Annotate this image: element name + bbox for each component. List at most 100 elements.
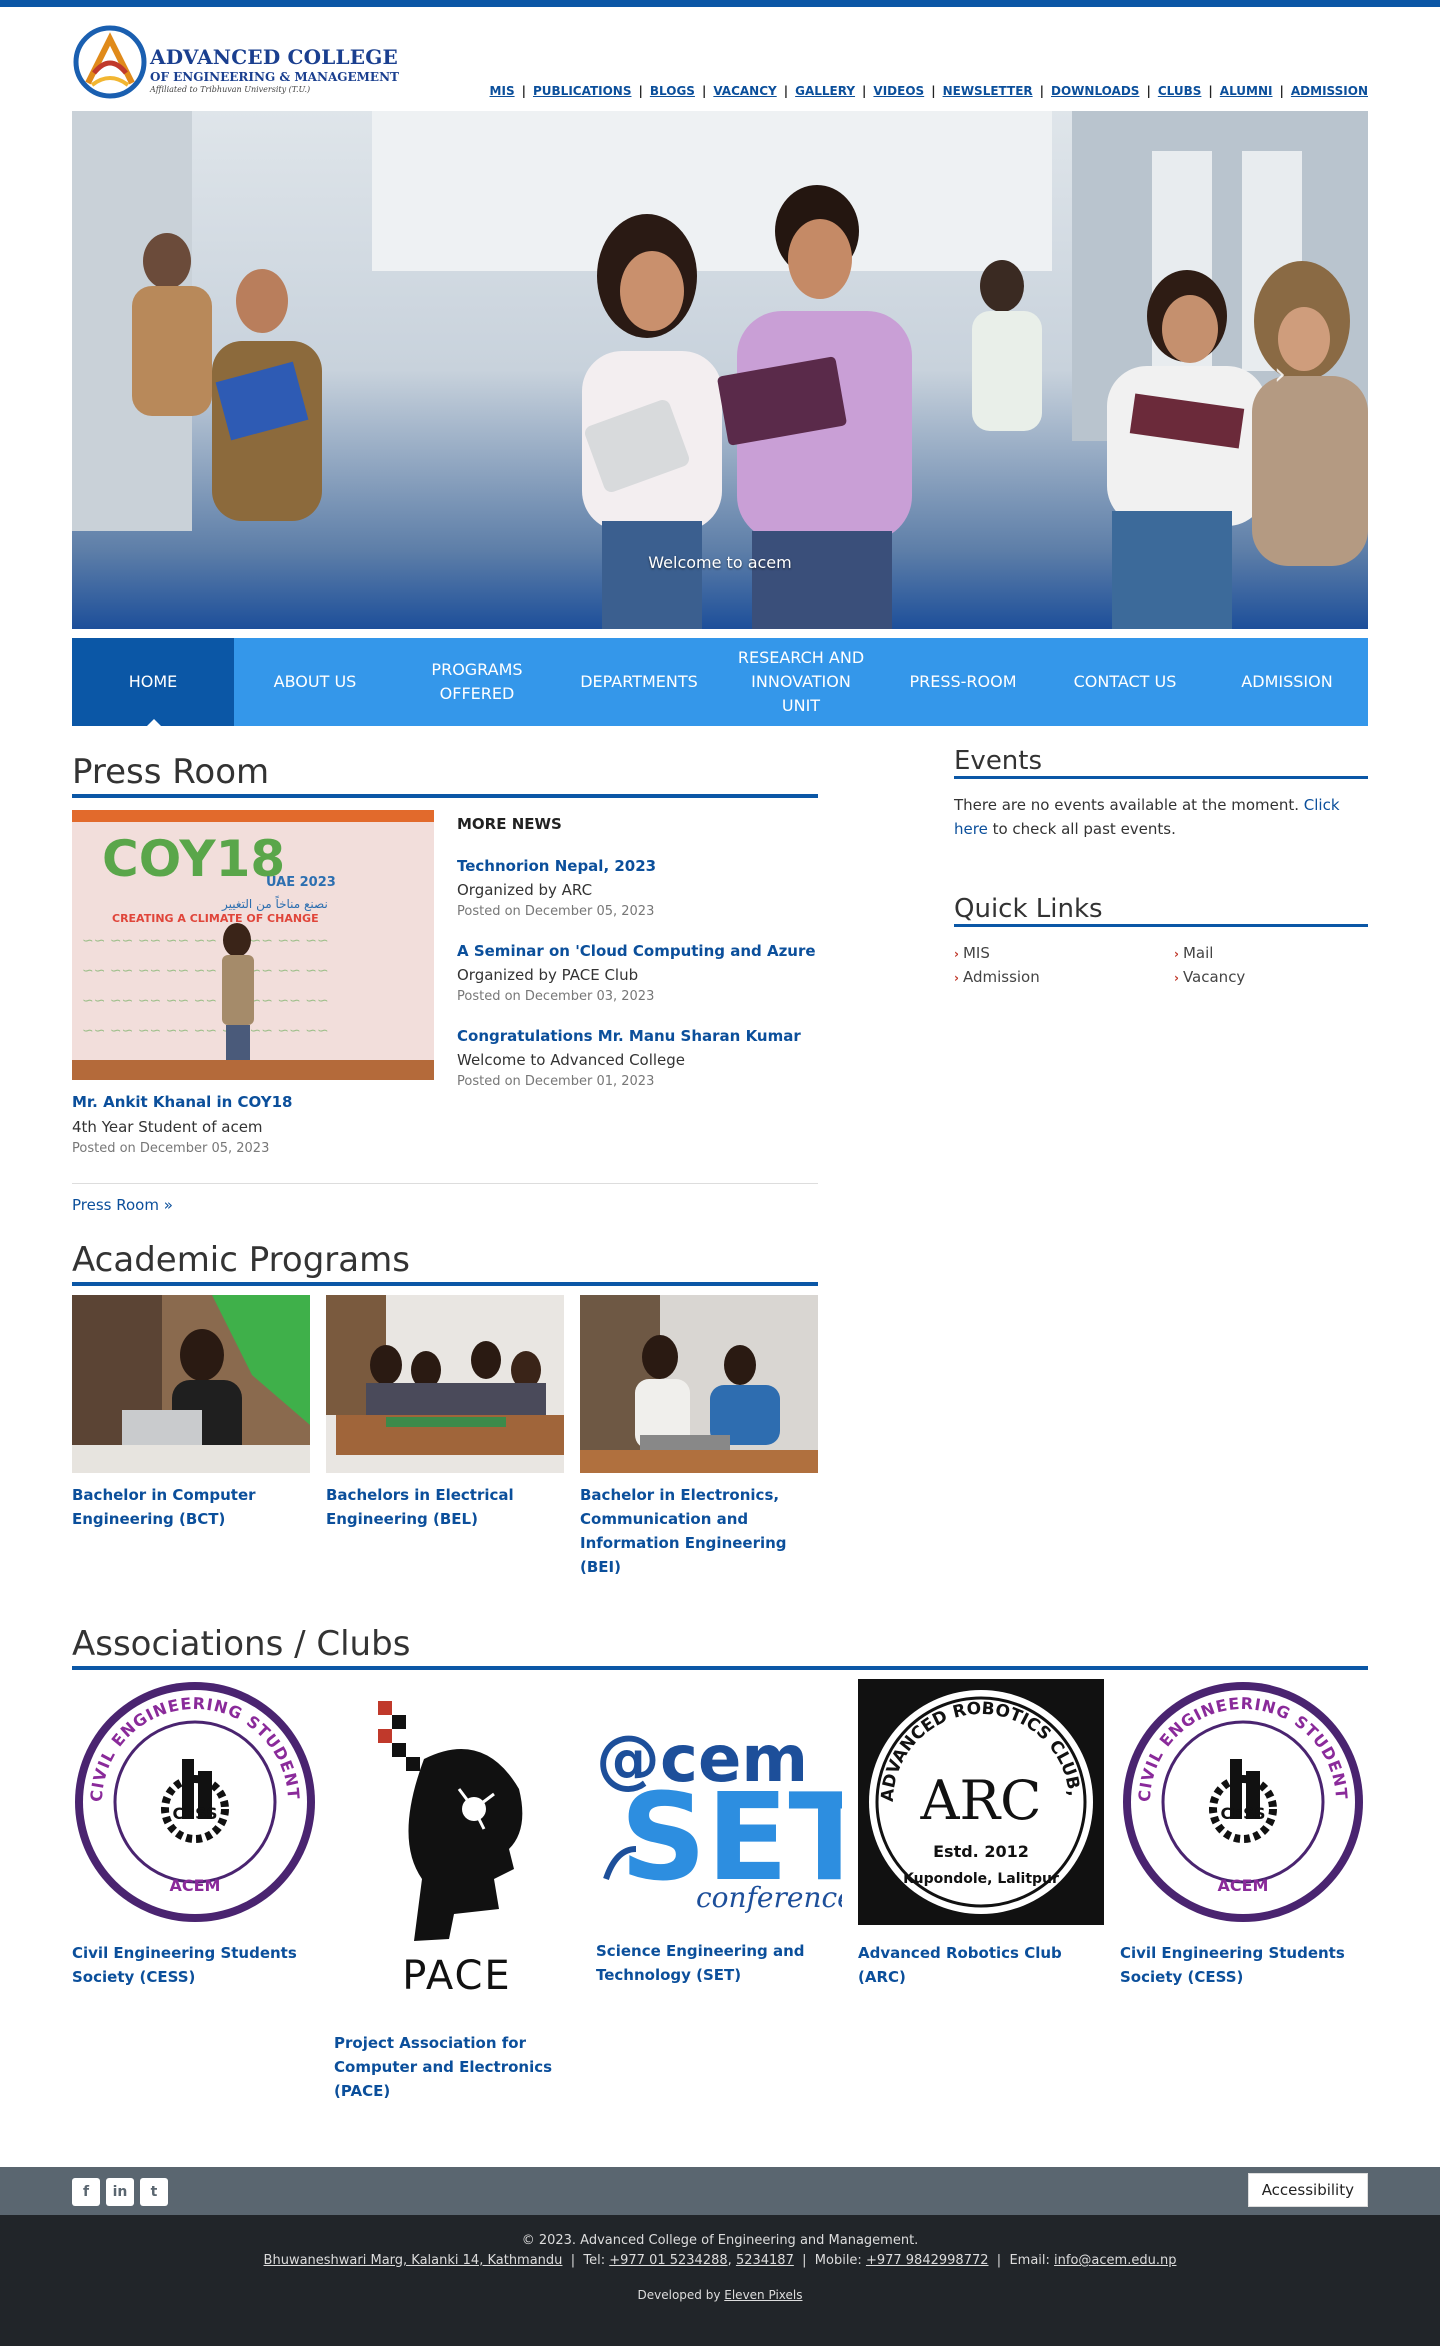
more-news-heading: MORE NEWS <box>457 815 562 833</box>
pace-wordmark: PACE <box>402 1953 511 1999</box>
program-image[interactable] <box>72 1295 310 1473</box>
top-accent-bar <box>0 0 1440 7</box>
logo-emblem-icon <box>73 25 147 99</box>
coy18-arabic: نصنع مناخاً من التغيير <box>221 895 328 912</box>
club-link-pace[interactable]: Project Association for Computer and Ele… <box>334 2031 580 2103</box>
developer-credit: Developed by Eleven Pixels <box>637 2288 803 2302</box>
chevron-right-icon: › <box>954 971 959 985</box>
hero-slider[interactable]: Welcome to acem › <box>72 111 1368 629</box>
logo-subtitle: OF ENGINEERING & MANAGEMENT <box>150 70 399 84</box>
press-room-more-link[interactable]: Press Room » <box>72 1196 173 1214</box>
arc-estd: Estd. 2012 <box>933 1842 1029 1861</box>
top-link-newsletter[interactable]: NEWSLETTER <box>943 84 1033 98</box>
club-logo-pace[interactable]: PACE <box>334 1679 580 2009</box>
club-link-cess[interactable]: Civil Engineering Students Society (CESS… <box>72 1941 318 1989</box>
cess-abbr: CESS <box>173 1804 218 1823</box>
club-link-set[interactable]: Science Engineering and Technology (SET) <box>596 1939 842 1987</box>
events-text: There are no events available at the mom… <box>954 796 1340 838</box>
chevron-right-icon: › <box>1174 971 1179 985</box>
quick-link-item: › MIS <box>954 941 1174 965</box>
program-link-bct[interactable]: Bachelor in Computer Engineering (BCT) <box>72 1483 310 1531</box>
lead-news-org: 4th Year Student of acem <box>72 1118 263 1136</box>
club-link-cess[interactable]: Civil Engineering Students Society (CESS… <box>1120 1941 1366 1989</box>
nav-item-programs[interactable]: PROGRAMS OFFERED <box>396 638 558 726</box>
cess-bottom: ACEM <box>170 1876 221 1895</box>
developer-link[interactable]: Eleven Pixels <box>724 2288 802 2302</box>
nav-item-departments[interactable]: DEPARTMENTS <box>558 638 720 726</box>
club-logo-arc[interactable]: ADVANCED ROBOTICS CLUB, ACEM ARC Estd. 2… <box>850 1664 1104 1925</box>
program-image[interactable] <box>326 1295 564 1473</box>
facebook-icon[interactable]: f <box>72 2178 100 2206</box>
nav-item-about[interactable]: ABOUT US <box>234 638 396 726</box>
coy18-brand: COY18 <box>102 830 285 888</box>
college-logo[interactable]: ADVANCED COLLEGE OF ENGINEERING & MANAGE… <box>72 23 399 103</box>
svg-text:∽∽ ∽∽ ∽∽ ∽∽ ∽∽ ∽∽ ∽∽ ∽∽ ∽∽: ∽∽ ∽∽ ∽∽ ∽∽ ∽∽ ∽∽ ∽∽ ∽∽ ∽∽ <box>82 933 329 949</box>
email-link[interactable]: info@acem.edu.np <box>1054 2253 1176 2268</box>
accessibility-button[interactable]: Accessibility <box>1247 2173 1368 2207</box>
nav-item-research[interactable]: RESEARCH AND INNOVATION UNIT <box>720 638 882 726</box>
top-link-videos[interactable]: VIDEOS <box>873 84 924 98</box>
twitter-icon[interactable]: t <box>140 2178 168 2206</box>
news-org: Organized by PACE Club <box>457 966 639 984</box>
top-link-gallery[interactable]: GALLERY <box>795 84 855 98</box>
coy18-sub: UAE 2023 <box>266 875 336 890</box>
tel-link-2[interactable]: 5234187 <box>736 2253 794 2268</box>
press-room-heading: Press Room <box>72 752 818 798</box>
top-link-mis[interactable]: MIS <box>490 84 515 98</box>
slider-next-icon[interactable]: › <box>1274 357 1286 392</box>
quick-link-mis[interactable]: MIS <box>963 944 990 962</box>
nav-item-home[interactable]: HOME <box>72 638 234 727</box>
site-header: ADVANCED COLLEGE OF ENGINEERING & MANAGE… <box>72 7 1368 111</box>
program-card: Bachelor in Electronics, Communication a… <box>580 1295 818 1579</box>
top-link-admission[interactable]: ADMISSION <box>1291 84 1368 98</box>
club-logo-cess[interactable]: CIVIL ENGINEERING STUDENTS SOCIETY CESS … <box>1113 1664 1366 1925</box>
news-org: Organized by ARC <box>457 881 593 899</box>
program-card: Bachelor in Computer Engineering (BCT) <box>72 1295 310 1531</box>
nav-item-contact[interactable]: CONTACT US <box>1044 638 1206 726</box>
club-logo-cess[interactable]: CIVIL ENGINEERING STUDENTS SOCIETY CESS … <box>65 1664 318 1925</box>
top-link-clubs[interactable]: CLUBS <box>1158 84 1202 98</box>
linkedin-icon[interactable]: in <box>106 2178 134 2206</box>
nav-item-press-room[interactable]: PRESS-ROOM <box>882 638 1044 726</box>
top-link-blogs[interactable]: BLOGS <box>650 84 695 98</box>
svg-text:∽∽ ∽∽ ∽∽ ∽∽ ∽∽ ∽∽ ∽∽ ∽∽ ∽∽: ∽∽ ∽∽ ∽∽ ∽∽ ∽∽ ∽∽ ∽∽ ∽∽ ∽∽ <box>82 963 329 979</box>
top-link-vacancy[interactable]: VACANCY <box>713 84 776 98</box>
program-link-bei[interactable]: Bachelor in Electronics, Communication a… <box>580 1483 818 1579</box>
news-date: Posted on December 05, 2023 <box>457 904 655 919</box>
club-logo-set[interactable]: @cem SET conference <box>596 1679 870 1925</box>
club-card: CIVIL ENGINEERING STUDENTS SOCIETY CESS … <box>1113 1664 1366 1989</box>
arc-place: Kupondole, Lalitpur <box>903 1871 1059 1887</box>
news-title[interactable]: Congratulations Mr. Manu Sharan Kumar <box>457 1027 801 1045</box>
program-link-bel[interactable]: Bachelors in Electrical Engineering (BEL… <box>326 1483 564 1531</box>
quick-link-admission[interactable]: Admission <box>963 968 1040 986</box>
quick-link-vacancy[interactable]: Vacancy <box>1183 968 1245 986</box>
contact-line: Bhuwaneshwari Marg, Kalanki 14, Kathmand… <box>263 2253 1177 2268</box>
news-date: Posted on December 03, 2023 <box>457 989 655 1004</box>
news-title[interactable]: A Seminar on 'Cloud Computing and Azure <box>457 942 816 960</box>
academic-programs-heading: Academic Programs <box>72 1240 818 1286</box>
nav-item-admission[interactable]: ADMISSION <box>1206 638 1368 726</box>
quick-link-mail[interactable]: Mail <box>1183 944 1213 962</box>
logo-affiliation: Affiliated to Tribhuvan University (T.U.… <box>150 85 311 94</box>
svg-text:∽∽ ∽∽ ∽∽ ∽∽ ∽∽ ∽∽ ∽∽ ∽∽ ∽∽: ∽∽ ∽∽ ∽∽ ∽∽ ∽∽ ∽∽ ∽∽ ∽∽ ∽∽ <box>82 1023 329 1039</box>
social-links: f in t <box>72 2178 168 2206</box>
clubs-heading: Associations / Clubs <box>72 1624 1368 1670</box>
lead-news-title[interactable]: Mr. Ankit Khanal in COY18 <box>72 1093 293 1111</box>
tel-link-1[interactable]: +977 01 5234288 <box>609 2253 727 2268</box>
lead-news-image[interactable]: ∽∽ ∽∽ ∽∽ ∽∽ ∽∽ ∽∽ ∽∽ ∽∽ ∽∽ ∽∽ ∽∽ ∽∽ ∽∽ ∽… <box>72 810 434 1080</box>
news-item: A Seminar on 'Cloud Computing and Azure … <box>457 941 827 1004</box>
club-card: ADVANCED ROBOTICS CLUB, ACEM ARC Estd. 2… <box>850 1664 1104 1989</box>
svg-text:∽∽ ∽∽ ∽∽ ∽∽ ∽∽ ∽∽ ∽∽ ∽∽ ∽∽: ∽∽ ∽∽ ∽∽ ∽∽ ∽∽ ∽∽ ∽∽ ∽∽ ∽∽ <box>82 993 329 1009</box>
top-link-downloads[interactable]: DOWNLOADS <box>1051 84 1139 98</box>
quick-links-heading: Quick Links <box>954 894 1368 927</box>
cess-bottom: ACEM <box>1218 1876 1269 1895</box>
address-link[interactable]: Bhuwaneshwari Marg, Kalanki 14, Kathmand… <box>264 2253 563 2268</box>
mobile-link[interactable]: +977 9842998772 <box>866 2253 989 2268</box>
club-link-arc[interactable]: Advanced Robotics Club (ARC) <box>858 1941 1104 1989</box>
top-link-alumni[interactable]: ALUMNI <box>1220 84 1273 98</box>
news-title[interactable]: Technorion Nepal, 2023 <box>457 857 656 875</box>
quick-links-list: › MIS › Mail › Admission › Vacancy <box>954 941 1368 989</box>
program-image[interactable] <box>580 1295 818 1473</box>
top-link-publications[interactable]: PUBLICATIONS <box>533 84 632 98</box>
main-nav: HOME ABOUT US PROGRAMS OFFERED DEPARTMEN… <box>72 638 1368 727</box>
